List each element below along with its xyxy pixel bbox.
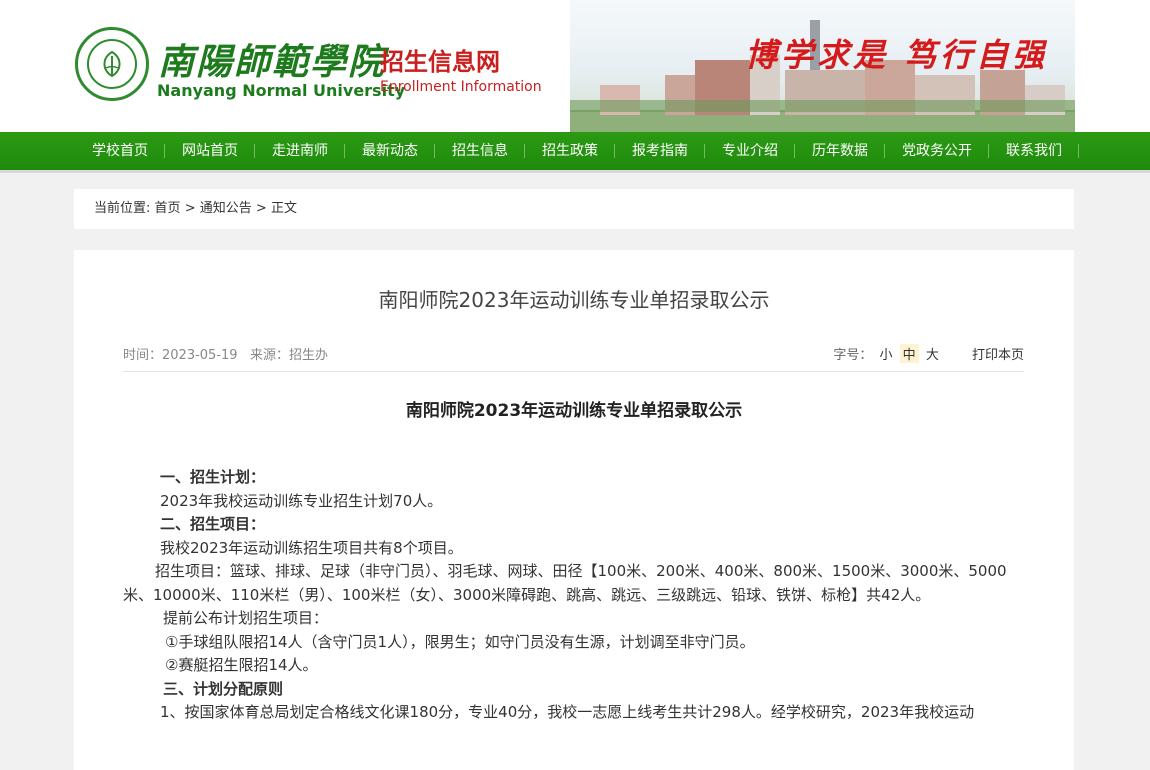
nav-item-public-affairs[interactable]: 党政务公开: [885, 132, 989, 170]
breadcrumb-notices[interactable]: 通知公告: [200, 201, 252, 216]
breadcrumb: 当前位置: 首页 > 通知公告 > 正文: [74, 189, 1074, 229]
nav-item-majors[interactable]: 专业介绍: [705, 132, 795, 170]
publish-time: 时间：2023-05-19: [123, 348, 238, 363]
article-source: 来源：招生办: [249, 348, 328, 363]
article-panel: 南阳师院2023年运动训练专业单招录取公示 时间：2023-05-19 来源：招…: [74, 250, 1074, 770]
breadcrumb-separator: >: [255, 201, 267, 216]
nav-item-site-home[interactable]: 网站首页: [165, 132, 255, 170]
main-nav: 学校首页 网站首页 走进南师 最新动态 招生信息 招生政策 报考指南 专业介绍 …: [0, 132, 1150, 173]
nav-item-application-guide[interactable]: 报考指南: [615, 132, 705, 170]
section-heading: 一、招生计划：: [160, 468, 266, 486]
seal-inner: [87, 39, 137, 89]
nav-item-about[interactable]: 走进南师: [255, 132, 345, 170]
nav-item-school-home[interactable]: 学校首页: [75, 132, 165, 170]
paragraph: 我校2023年运动训练招生项目共有8个项目。: [160, 538, 463, 557]
font-size-large-button[interactable]: 大: [923, 344, 942, 363]
leaf-emblem-icon: [103, 50, 121, 78]
article-meta: 时间：2023-05-19 来源：招生办 字号： 小 中 大 打印本页: [123, 344, 1024, 372]
body-title: 南阳师院2023年运动训练专业单招录取公示: [405, 401, 743, 421]
site-name-cn[interactable]: 招生信息网: [380, 42, 500, 77]
paragraph: 2023年我校运动训练专业招生计划70人。: [160, 491, 443, 510]
nav-item-admission-info[interactable]: 招生信息: [435, 132, 525, 170]
nav-item-admission-policy[interactable]: 招生政策: [525, 132, 615, 170]
breadcrumb-separator: >: [184, 201, 196, 216]
site-name-en[interactable]: Enrollment Information: [380, 79, 542, 95]
site-header: 南陽師範學院 招生信息网 Nanyang Normal University E…: [0, 0, 1150, 132]
nav-item-news[interactable]: 最新动态: [345, 132, 435, 170]
article-content: 一、招生计划： 2023年我校运动训练专业招生计划70人。 二、招生项目： 我校…: [123, 466, 1024, 725]
breadcrumb-label: 当前位置:: [94, 201, 151, 216]
breadcrumb-home[interactable]: 首页: [155, 201, 181, 216]
breadcrumb-current: 正文: [270, 201, 297, 216]
nav-item-history-data[interactable]: 历年数据: [795, 132, 885, 170]
section-heading: 二、招生项目：: [160, 515, 266, 533]
paragraph: ①手球组队限招14人（含守门员1人），限男生；如守门员没有生源，计划调至非守门员…: [165, 632, 755, 651]
font-size-medium-button[interactable]: 中: [899, 344, 919, 363]
nav-item-contact[interactable]: 联系我们: [989, 132, 1079, 170]
paragraph: 1、按国家体育总局划定合格线文化课180分，专业40分，我校一志愿上线考生共计2…: [160, 703, 975, 721]
article-title: 南阳师院2023年运动训练专业单招录取公示: [378, 288, 770, 312]
university-motto: 博学求是 笃行自强: [745, 36, 1049, 74]
paragraph: 招生项目：篮球、排球、足球（非守门员）、羽毛球、网球、田径【100米、200米、…: [123, 562, 1007, 604]
print-page-button[interactable]: 打印本页: [972, 348, 1024, 363]
paragraph: 提前公布计划招生项目：: [163, 609, 329, 627]
university-name-en[interactable]: Nanyang Normal University: [157, 81, 405, 100]
university-name-cn[interactable]: 南陽師範學院: [158, 33, 386, 85]
university-seal-logo[interactable]: [75, 27, 149, 101]
font-size-label: 字号：: [833, 348, 873, 363]
section-heading: 三、计划分配原则: [163, 679, 284, 698]
paragraph: ②赛艇招生限招14人。: [165, 656, 318, 674]
font-size-small-button[interactable]: 小: [877, 344, 896, 363]
